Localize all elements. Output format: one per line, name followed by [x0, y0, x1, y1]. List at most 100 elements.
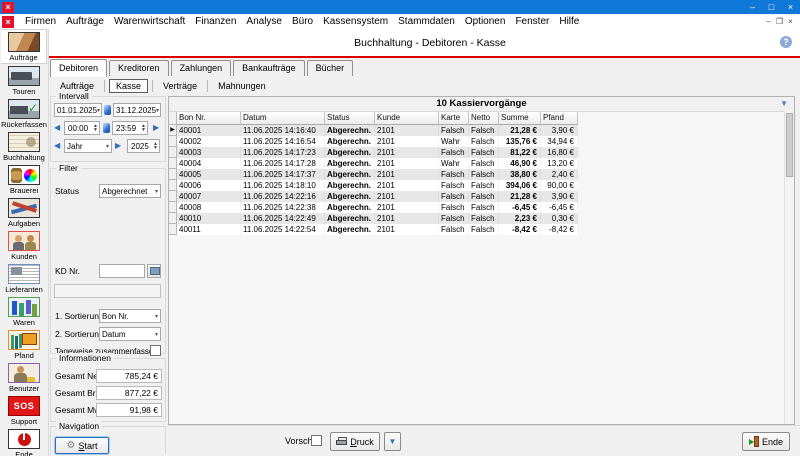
- column-header-summe[interactable]: Summe: [499, 112, 541, 125]
- sidebar-item-buchhaltung[interactable]: Buchhaltung: [1, 130, 47, 163]
- period-combo[interactable]: Jahr▾: [64, 139, 112, 153]
- table-row[interactable]: 4000311.06.2025 14:17:23Abgerechn.2101Fa…: [169, 147, 794, 158]
- spinner-arrows-icon[interactable]: ▲▼: [141, 124, 146, 132]
- customers-icon: [8, 231, 40, 251]
- mdi-minimize-button[interactable]: –: [763, 16, 774, 28]
- cell-bon-nr: 40001: [177, 125, 241, 136]
- sidebar-item-benutzer[interactable]: Benutzer: [1, 361, 47, 394]
- cell-pfand: 90,00 €: [541, 180, 578, 191]
- tab-bankauftr-ge[interactable]: Bankaufträge: [233, 60, 305, 76]
- sort1-combo[interactable]: Bon Nr.▾: [99, 309, 161, 323]
- prev-period-icon[interactable]: ◀: [54, 139, 60, 153]
- sidebar-item-pfand[interactable]: Pfand: [1, 328, 47, 361]
- column-header-bon-nr[interactable]: Bon Nr.: [177, 112, 241, 125]
- column-header-karte[interactable]: Karte: [439, 112, 469, 125]
- mdi-child-icon: ×: [2, 16, 14, 28]
- power-icon: [8, 429, 40, 449]
- sidebar-item-r-ckerfassen[interactable]: Rückerfassen: [1, 97, 47, 130]
- table-row[interactable]: 4000211.06.2025 14:16:54Abgerechn.2101Wa…: [169, 136, 794, 147]
- table-row[interactable]: ▶4000111.06.2025 14:16:40Abgerechn.2101F…: [169, 125, 794, 136]
- subtab-kasse[interactable]: Kasse: [109, 79, 148, 93]
- sidebar-item-label: Aufgaben: [8, 219, 40, 228]
- column-header-status[interactable]: Status: [325, 112, 375, 125]
- menu-item-firmen[interactable]: Firmen: [20, 15, 61, 29]
- table-row[interactable]: 4001111.06.2025 14:22:54Abgerechn.2101Fa…: [169, 224, 794, 235]
- tab-zahlungen[interactable]: Zahlungen: [171, 60, 232, 76]
- info-value-gesamt-mwst: 91,98 €: [96, 403, 162, 417]
- sidebar-item-ende[interactable]: Ende: [1, 427, 47, 456]
- table-body: ▶4000111.06.2025 14:16:40Abgerechn.2101F…: [169, 125, 794, 235]
- time-to-spinner[interactable]: 23:59 ▲▼: [112, 121, 148, 135]
- sidebar-item-auftr-ge[interactable]: Aufträge: [1, 29, 47, 64]
- window-minimize-button[interactable]: –: [743, 1, 762, 14]
- spinner-arrows-icon[interactable]: ▲▼: [93, 124, 98, 132]
- time-from-spinner[interactable]: 00:00 ▲▼: [64, 121, 100, 135]
- spinner-arrows-icon[interactable]: ▲▼: [153, 142, 158, 150]
- table-row[interactable]: 4000411.06.2025 14:17:28Abgerechn.2101Wa…: [169, 158, 794, 169]
- column-header-netto[interactable]: Netto: [469, 112, 499, 125]
- tab-b-cher[interactable]: Bücher: [307, 60, 354, 76]
- sidebar-item-kunden[interactable]: Kunden: [1, 229, 47, 262]
- sort2-combo[interactable]: Datum▾: [99, 327, 161, 341]
- subtab-mahnungen[interactable]: Mahnungen: [208, 81, 276, 91]
- tab-kreditoren[interactable]: Kreditoren: [109, 60, 169, 76]
- table-row[interactable]: 4001011.06.2025 14:22:49Abgerechn.2101Fa…: [169, 213, 794, 224]
- sidebar-item-aufgaben[interactable]: Aufgaben: [1, 196, 47, 229]
- date-from-combo[interactable]: 01.01.2025▾: [54, 103, 102, 117]
- help-icon[interactable]: ?: [780, 36, 792, 48]
- menu-item-kassensystem[interactable]: Kassensystem: [318, 15, 393, 29]
- tageweise-checkbox[interactable]: [150, 345, 161, 356]
- kdnr-input[interactable]: [99, 264, 145, 278]
- sidebar-item-lieferanten[interactable]: Lieferanten: [1, 262, 47, 295]
- subtab-vertr-ge[interactable]: Verträge: [153, 81, 207, 91]
- vertical-scrollbar[interactable]: [784, 111, 794, 424]
- druck-dropdown-button[interactable]: ▼: [384, 432, 401, 451]
- status-combo[interactable]: Abgerechnet▾: [99, 184, 161, 198]
- table-row[interactable]: 4000611.06.2025 14:18:10Abgerechn.2101Fa…: [169, 180, 794, 191]
- printer-icon: [336, 437, 347, 446]
- prev-interval-icon[interactable]: ◀: [54, 121, 60, 135]
- vorschau-checkbox[interactable]: [311, 435, 322, 446]
- window-maximize-button[interactable]: □: [762, 1, 781, 14]
- mdi-restore-button[interactable]: ❐: [774, 16, 785, 28]
- sidebar-item-waren[interactable]: Waren: [1, 295, 47, 328]
- menu-item-b-ro[interactable]: Büro: [287, 15, 318, 29]
- table-row[interactable]: 4000511.06.2025 14:17:37Abgerechn.2101Fa…: [169, 169, 794, 180]
- column-header-kunde[interactable]: Kunde: [375, 112, 439, 125]
- sidebar-item-support[interactable]: SOSSupport: [1, 394, 47, 427]
- menu-item-finanzen[interactable]: Finanzen: [190, 15, 241, 29]
- menu-item-stammdaten[interactable]: Stammdaten: [393, 15, 460, 29]
- cell-kunde: 2101: [375, 213, 439, 224]
- druck-button[interactable]: Druck: [330, 432, 380, 451]
- link-dates-icon[interactable]: [104, 105, 111, 115]
- subtab-auftr-ge[interactable]: Aufträge: [50, 81, 104, 91]
- table-row[interactable]: 4000811.06.2025 14:22:38Abgerechn.2101Fa…: [169, 202, 794, 213]
- mdi-close-button[interactable]: ×: [785, 16, 796, 28]
- ende-button[interactable]: Ende: [742, 432, 790, 451]
- menu-item-auftr-ge[interactable]: Aufträge: [61, 15, 109, 29]
- sidebar: AufträgeTourenRückerfassenBuchhaltungBra…: [0, 29, 49, 456]
- menu-item-optionen[interactable]: Optionen: [460, 15, 511, 29]
- tab-debitoren[interactable]: Debitoren: [50, 59, 107, 77]
- sidebar-item-touren[interactable]: Touren: [1, 64, 47, 97]
- next-interval-icon[interactable]: ▶: [153, 121, 159, 135]
- link-times-icon[interactable]: [103, 123, 110, 133]
- window-close-button[interactable]: ×: [781, 1, 800, 14]
- menu-item-analyse[interactable]: Analyse: [241, 15, 287, 29]
- column-header-pfand[interactable]: Pfand: [541, 112, 578, 125]
- scrollbar-thumb[interactable]: [786, 113, 793, 177]
- table-header-row: Bon Nr.DatumStatusKundeKarteNettoSummePf…: [169, 112, 794, 125]
- kdnr-lookup-button[interactable]: [147, 264, 161, 278]
- menu-item-fenster[interactable]: Fenster: [510, 15, 554, 29]
- year-spinner[interactable]: 2025 ▲▼: [127, 139, 160, 153]
- sidebar-item-brauerei[interactable]: Brauerei: [1, 163, 47, 196]
- column-header-datum[interactable]: Datum: [241, 112, 325, 125]
- menu-item-warenwirtschaft[interactable]: Warenwirtschaft: [109, 15, 190, 29]
- date-to-combo[interactable]: 31.12.2025▾: [113, 103, 161, 117]
- caption-dropdown-icon[interactable]: ▼: [780, 97, 788, 110]
- table-row[interactable]: 4000711.06.2025 14:22:16Abgerechn.2101Fa…: [169, 191, 794, 202]
- menu-item-hilfe[interactable]: Hilfe: [554, 15, 584, 29]
- menu-items: FirmenAufträgeWarenwirtschaftFinanzenAna…: [20, 15, 584, 29]
- next-period-icon[interactable]: ▶: [115, 139, 121, 153]
- start-button[interactable]: ⚙ Start: [55, 437, 109, 454]
